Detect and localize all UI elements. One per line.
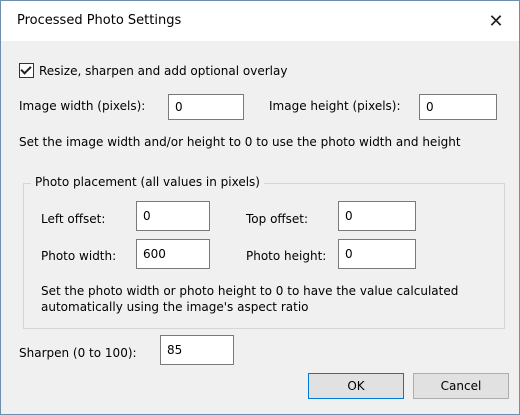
sharpen-input[interactable] — [160, 335, 234, 365]
image-height-input[interactable] — [419, 94, 497, 120]
image-height-label: Image height (pixels): — [269, 99, 401, 113]
dialog-window: Processed Photo Settings ✕ Resize, sharp… — [0, 0, 520, 415]
photo-height-input[interactable] — [338, 239, 416, 269]
image-width-input[interactable] — [168, 94, 244, 120]
top-offset-label: Top offset: — [246, 212, 309, 226]
image-size-hint: Set the image width and/or height to 0 t… — [19, 135, 461, 149]
window-title: Processed Photo Settings — [17, 13, 182, 28]
photo-placement-group-label: Photo placement (all values in pixels) — [31, 175, 264, 189]
resize-option[interactable]: Resize, sharpen and add optional overlay — [19, 63, 287, 78]
title-bar: Processed Photo Settings ✕ — [1, 1, 519, 41]
sharpen-label: Sharpen (0 to 100): — [19, 346, 137, 360]
top-offset-input[interactable] — [338, 201, 416, 231]
left-offset-label: Left offset: — [41, 212, 106, 226]
cancel-button[interactable]: Cancel — [413, 373, 509, 399]
resize-checkbox-label: Resize, sharpen and add optional overlay — [39, 63, 288, 78]
image-width-label: Image width (pixels): — [19, 99, 146, 113]
placement-hint-line-2: automatically using the image's aspect r… — [41, 300, 309, 314]
photo-width-label: Photo width: — [41, 249, 117, 263]
ok-button[interactable]: OK — [308, 373, 404, 399]
close-icon[interactable]: ✕ — [481, 6, 511, 36]
left-offset-input[interactable] — [136, 201, 210, 231]
placement-hint-line-1: Set the photo width or photo height to 0… — [41, 284, 459, 298]
photo-width-input[interactable] — [136, 239, 210, 269]
resize-checkbox[interactable] — [19, 63, 34, 78]
photo-height-label: Photo height: — [246, 249, 327, 263]
